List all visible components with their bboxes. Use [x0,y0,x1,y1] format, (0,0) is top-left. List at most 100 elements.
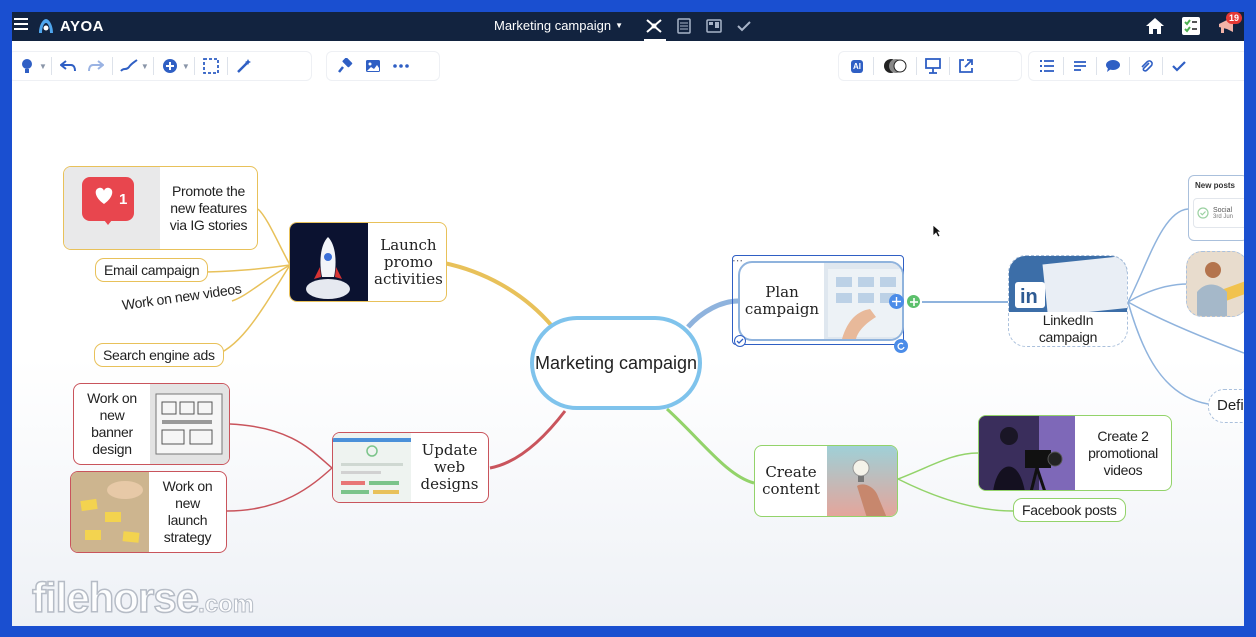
node-label: Plan campaign [744,283,820,318]
branch-linkedin-def [1127,301,1209,405]
check-circle-icon [1197,207,1209,219]
top-right-actions: 19 [1144,12,1242,37]
node-label: Work on new banner design [87,390,137,457]
toolbar-group-right1: AI [838,51,1022,81]
comment-icon[interactable] [1101,54,1125,78]
redo-icon[interactable] [84,54,108,78]
node-banner-design[interactable]: Work on new banner design [73,383,230,465]
node-label: Promote the new features via IG stories [169,182,248,233]
node-promo-videos[interactable]: Create 2 promotional videos [978,415,1172,491]
branch-launch-search [211,264,291,357]
toolbar-divider [1063,57,1064,75]
wireframe-sketch-image [150,384,229,464]
share-icon[interactable] [954,54,978,78]
caret-down-icon[interactable]: ▼ [182,62,190,71]
node-linkedin-campaign[interactable]: in LinkedIn campaign [1008,255,1128,347]
branch-content-videos [897,452,979,480]
toolbar-divider [1096,57,1097,75]
document-view-icon[interactable] [674,16,694,36]
toolbar-divider [226,57,228,75]
format-painter-icon[interactable] [333,54,357,78]
node-create-content[interactable]: Create content [754,445,898,517]
node-update-web[interactable]: Update web designs [332,432,489,503]
node-label: LinkedIn campaign [1038,312,1098,345]
branch-launch-promote [257,208,291,266]
ayoa-logo-icon [39,19,53,33]
top-navigation-bar: AYOA Marketing campaign ▼ 19 [12,12,1244,41]
node-promote-ig[interactable]: 1 Promote the new features via IG storie… [63,166,258,250]
mind-map-canvas[interactable]: Marketing campaign Launch promo activiti… [12,91,1244,626]
instagram-like-image: 1 [64,167,160,249]
text-icon[interactable] [1068,54,1092,78]
node-partial-image[interactable] [1186,251,1244,317]
node-label: Launch promo activities [374,235,443,288]
board-view-icon[interactable] [704,16,724,36]
toolbar-group-right2 [1028,51,1244,81]
toolbar-divider [1129,57,1130,75]
list-icon[interactable] [1035,54,1059,78]
toolbar-group-left: ▼ ▼ ▼ [12,51,312,81]
node-plan-campaign[interactable]: Plan campaign [738,261,904,341]
card-item[interactable]: Social 3rd Jun [1193,198,1244,228]
image-icon[interactable] [361,54,385,78]
notifications-icon[interactable]: 19 [1216,12,1242,37]
central-node[interactable]: Marketing campaign [530,316,702,410]
node-definition-partial[interactable]: Defi [1208,389,1244,423]
toolbar-divider [916,57,917,75]
node-launch-strategy[interactable]: Work on new launch strategy [70,471,227,553]
app-name: AYOA [60,17,104,35]
document-title: Marketing campaign [494,18,612,33]
pen-icon[interactable] [117,54,141,78]
move-icon[interactable] [889,294,904,309]
node-facebook-posts[interactable]: Facebook posts [1013,498,1126,522]
theme-icon[interactable] [878,54,912,78]
hamburger-menu-icon[interactable] [14,18,28,32]
branch-central-plan [686,298,739,329]
add-circle-icon[interactable] [158,54,182,78]
branch-central-launch [443,261,554,328]
branch-web-banner [229,423,333,469]
branch-linkedin-image [1127,283,1189,303]
tasks-checklist-icon[interactable] [1180,15,1202,37]
magic-wand-icon[interactable] [232,54,256,78]
undo-icon[interactable] [56,54,80,78]
lightbulb-hand-image [827,446,897,516]
node-label: Create 2 promotional videos [1088,427,1158,478]
node-label: Create content [762,463,820,498]
new-posts-card[interactable]: New posts Social 3rd Jun [1188,175,1244,241]
node-more-icon[interactable]: ⋯ [732,254,743,267]
app-logo[interactable]: AYOA [36,16,104,36]
caret-down-icon[interactable]: ▼ [141,62,149,71]
home-icon[interactable] [1144,15,1166,37]
document-title-dropdown[interactable]: Marketing campaign ▼ [494,18,623,33]
toolbar-divider [1162,57,1163,75]
mouse-cursor-icon [932,224,942,238]
add-branch-icon[interactable] [906,294,921,309]
card-item-date: 3rd Jun [1213,213,1234,220]
branch-central-web [489,410,567,470]
rocket-image [290,223,368,301]
branch-launch-email [199,264,291,273]
select-area-icon[interactable] [199,54,223,78]
complete-check-icon[interactable] [734,335,746,347]
lightbulb-icon[interactable] [15,54,39,78]
rotate-icon[interactable] [894,339,908,353]
ai-icon[interactable]: AI [845,54,869,78]
caret-down-icon[interactable]: ▼ [39,62,47,71]
node-search-engine-ads[interactable]: Search engine ads [94,343,224,367]
people-working-image [1187,252,1244,316]
node-email-campaign[interactable]: Email campaign [95,258,209,282]
task-view-icon[interactable] [734,16,754,36]
node-label: Update web designs [420,441,479,493]
mind-map-view-icon[interactable] [644,16,664,36]
more-icon[interactable] [389,54,413,78]
notification-count-badge: 19 [1225,12,1242,24]
attachment-icon[interactable] [1134,54,1158,78]
toolbar-divider [111,57,113,75]
check-icon[interactable] [1167,54,1191,78]
node-launch-promo[interactable]: Launch promo activities [289,222,447,302]
linkedin-image: in [1009,256,1127,312]
web-design-image [333,433,411,502]
present-icon[interactable] [921,54,945,78]
card-item-title: Social [1213,206,1233,214]
